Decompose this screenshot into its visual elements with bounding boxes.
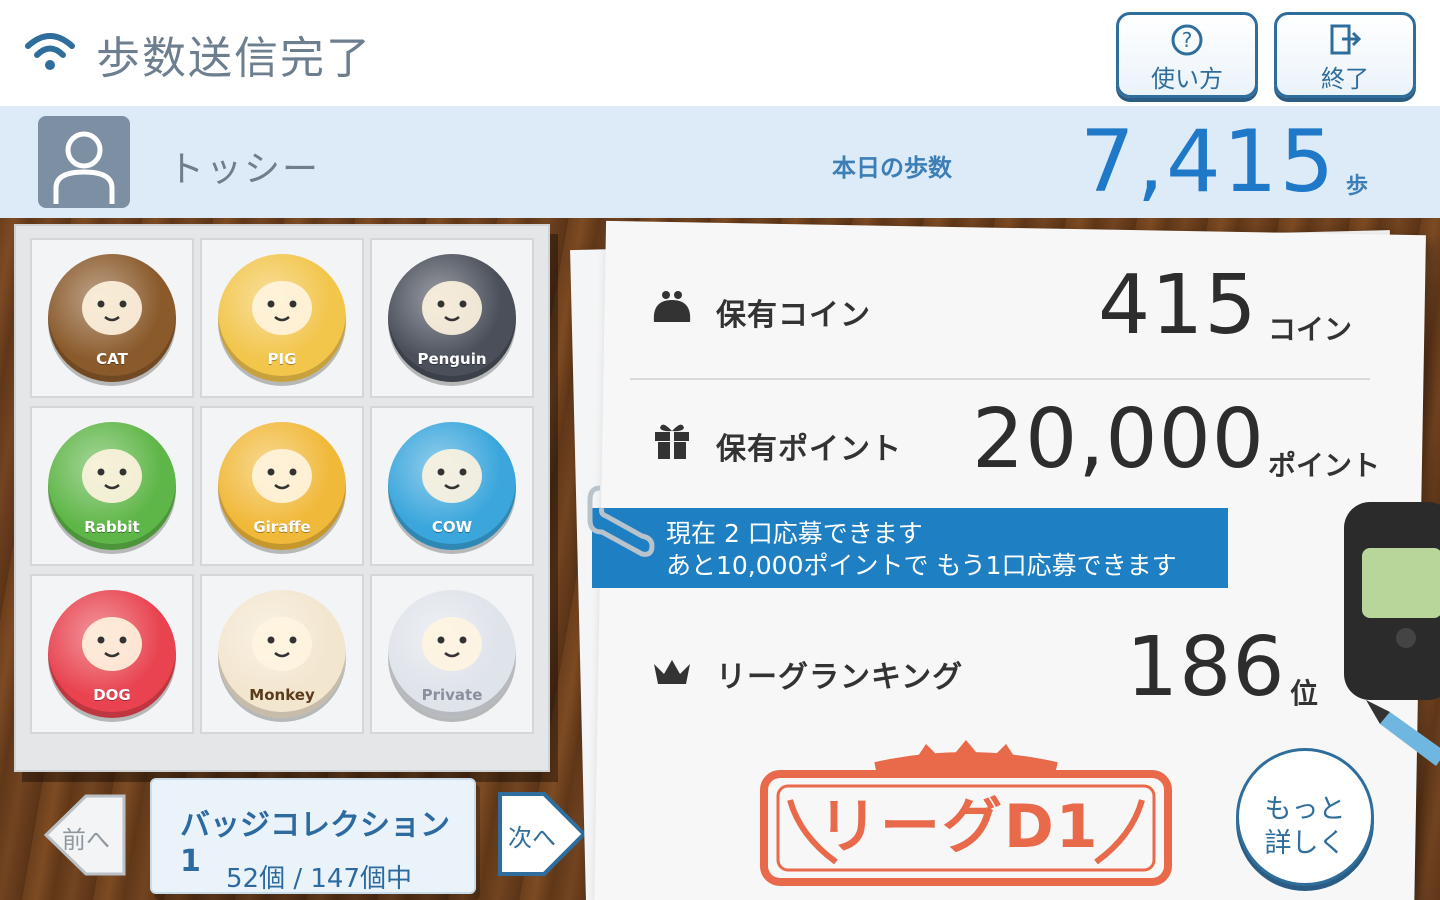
svg-text:?: ? [1182, 28, 1193, 52]
exit-icon [1330, 24, 1362, 55]
animal-face-icon [82, 617, 142, 671]
badge-name: PIG [267, 350, 297, 368]
badge-slot: Monkey [200, 574, 364, 734]
steps-label: 本日の歩数 [832, 154, 952, 182]
gift-icon [655, 424, 689, 460]
steps-unit: 歩 [1346, 174, 1369, 199]
badge-slot: Private [370, 574, 534, 734]
badge-slot: Rabbit [30, 406, 194, 566]
badge-name: Private [421, 686, 483, 704]
league-stamp-label: リーグD1 [818, 792, 1100, 862]
badge-slot: Giraffe [200, 406, 364, 566]
badge-giraffe[interactable]: Giraffe [218, 422, 346, 550]
animal-face-icon [422, 281, 482, 335]
coins-unit: コイン [1268, 313, 1353, 346]
exit-button[interactable]: 終了 [1274, 12, 1416, 98]
notice-line-2: あと10,000ポイントで もう1口応募できます [666, 551, 1177, 580]
ranking-value: 186 [1126, 620, 1286, 715]
more-details-button[interactable]: もっと 詳しく [1236, 748, 1374, 886]
row-divider [630, 378, 1370, 380]
ranking-label: リーグランキング [716, 660, 964, 695]
coins-value: 415 [1098, 258, 1258, 353]
badge-cat[interactable]: CAT [48, 254, 176, 382]
crown-icon [654, 660, 690, 684]
badge-dog[interactable]: DOG [48, 590, 176, 718]
more-details-line-2: 詳しく [1264, 828, 1346, 859]
coins-label: 保有コイン [716, 298, 871, 333]
help-button-label: 使い方 [1151, 65, 1223, 93]
badge-slot: PIG [200, 238, 364, 398]
next-page-button[interactable]: 次へ [496, 788, 588, 880]
collection-count: 52個 / 147個中 [226, 864, 412, 894]
ranking-unit: 位 [1290, 677, 1319, 710]
lottery-notice-banner: 現在 2 口応募できます あと10,000ポイントで もう1口応募できます [592, 508, 1228, 588]
badge-rabbit[interactable]: Rabbit [48, 422, 176, 550]
animal-face-icon [82, 449, 142, 503]
pedometer-icon [1344, 502, 1440, 700]
user-info-bar: トッシー 本日の歩数 7,415 歩 [0, 106, 1440, 218]
badge-name: Giraffe [253, 518, 311, 536]
points-unit: ポイント [1268, 449, 1381, 482]
sync-status-text: 歩数送信完了 [96, 33, 372, 84]
badge-pig[interactable]: PIG [218, 254, 346, 382]
badge-name: Monkey [249, 686, 315, 704]
badge-name: COW [431, 518, 473, 536]
prev-page-label: 前へ [62, 826, 110, 854]
badge-slot: DOG [30, 574, 194, 734]
steps-value: 7,415 [1080, 112, 1337, 212]
badge-cow[interactable]: COW [388, 422, 516, 550]
wifi-icon [25, 33, 75, 70]
badge-collection-box: CAT PIG Penguin Rabbit Giraffe COW DOG Monkey Pr… [14, 224, 550, 772]
badge-slot: Penguin [370, 238, 534, 398]
question-icon: ? [1171, 24, 1203, 56]
points-label: 保有ポイント [716, 432, 902, 467]
help-button[interactable]: ? 使い方 [1116, 12, 1258, 98]
pencil-icon [1366, 700, 1440, 766]
badge-penguin[interactable]: Penguin [388, 254, 516, 382]
badge-name: Penguin [417, 350, 487, 368]
badge-name: DOG [93, 686, 131, 704]
user-name: トッシー [168, 149, 321, 190]
badge-slot: CAT [30, 238, 194, 398]
next-page-label: 次へ [508, 824, 556, 852]
top-status-bar: 歩数送信完了 ? 使い方 終了 [0, 0, 1440, 106]
badge-slot: COW [370, 406, 534, 566]
badge-name: Rabbit [84, 518, 140, 536]
prev-page-button[interactable]: 前へ [36, 790, 126, 880]
exit-button-label: 終了 [1321, 65, 1369, 93]
coin-purse-icon [653, 291, 691, 322]
animal-face-icon [252, 449, 312, 503]
animal-face-icon [82, 281, 142, 335]
avatar[interactable] [38, 116, 130, 208]
points-value: 20,000 [972, 392, 1265, 487]
animal-face-icon [252, 281, 312, 335]
notice-line-1: 現在 2 口応募できます [666, 519, 923, 548]
animal-face-icon [422, 617, 482, 671]
animal-face-icon [252, 617, 312, 671]
badge-private[interactable]: Private [388, 590, 516, 718]
badge-name: CAT [96, 350, 128, 368]
badge-monkey[interactable]: Monkey [218, 590, 346, 718]
paperclip-icon [587, 485, 655, 557]
collection-tag: バッジコレクション 1 52個 / 147個中 [150, 778, 476, 894]
animal-face-icon [422, 449, 482, 503]
user-icon [53, 131, 115, 204]
